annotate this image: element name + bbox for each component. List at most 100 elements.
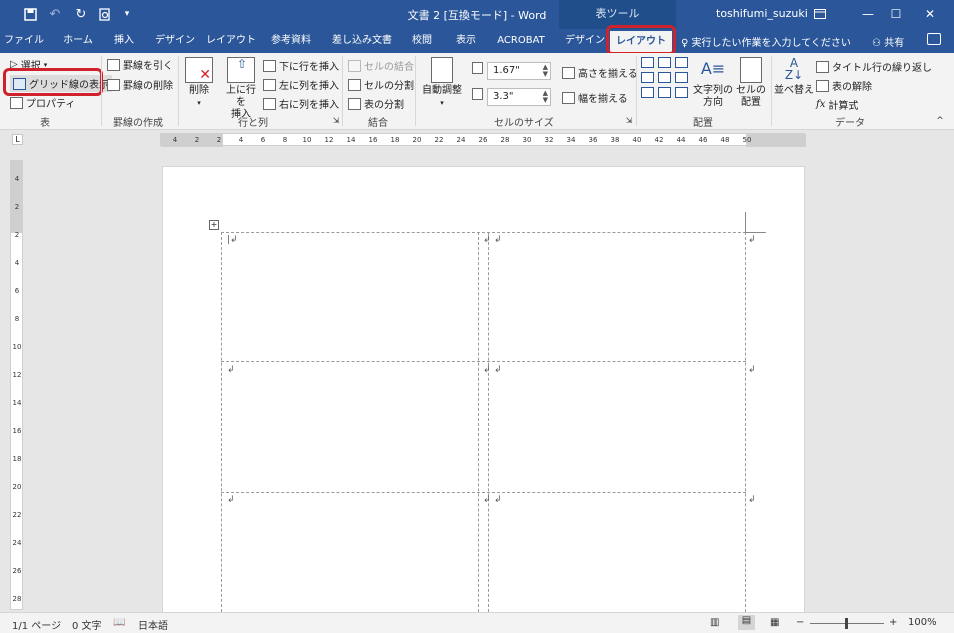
align-top-right-icon[interactable]: [675, 57, 688, 68]
gridlines-highlight: [3, 68, 103, 96]
ruler-tick-label: 2: [216, 136, 222, 144]
fx-icon: fx: [816, 99, 826, 110]
tell-me-search[interactable]: ♀ 実行したい作業を入力してください: [681, 34, 851, 49]
tab-mailings[interactable]: 差し込み文書: [328, 29, 396, 53]
print-layout-icon[interactable]: ▤: [738, 615, 755, 630]
zoom-out-icon[interactable]: −: [796, 617, 804, 628]
insert-above-button[interactable]: ⇧ 上に行を 挿入: [222, 57, 260, 121]
vruler-tick-label: 16: [12, 427, 22, 435]
zoom-level[interactable]: 100%: [908, 617, 937, 628]
formula-button[interactable]: fx 計算式: [816, 97, 858, 112]
insert-below-button[interactable]: 下に行を挿入: [263, 58, 339, 73]
comment-icon[interactable]: [927, 33, 941, 45]
document-page[interactable]: |↲ ↲ ↲ ↲ ↲ ↲ ↲ ↲ ↲ ↲ ↲ ↲: [162, 166, 805, 617]
cell-marker: ↲: [227, 495, 235, 505]
word-count[interactable]: 0 文字: [72, 617, 102, 632]
split-cells-button[interactable]: セルの分割: [348, 77, 414, 92]
table-move-handle-icon[interactable]: +: [209, 220, 219, 230]
dialog-launcher-icon[interactable]: ⇲: [333, 116, 340, 126]
cell-margins-button[interactable]: セルの 配置: [736, 57, 766, 109]
text-direction-button[interactable]: A≡ 文字列の 方向: [693, 57, 733, 109]
properties-button[interactable]: プロパティ: [10, 95, 75, 110]
language[interactable]: 日本語: [138, 617, 168, 632]
tab-table-design[interactable]: デザイン: [562, 29, 608, 53]
table-gridline: [221, 232, 766, 233]
align-top-center-icon[interactable]: [658, 57, 671, 68]
distribute-cols-button[interactable]: 幅を揃える: [562, 90, 628, 105]
tab-acrobat[interactable]: ACROBAT: [492, 29, 550, 53]
vertical-ruler[interactable]: 4 2 2 4 6 8 10 12 14 16 18 20 22 24 26 28: [10, 160, 23, 610]
dialog-launcher-icon[interactable]: ⇲: [626, 116, 633, 126]
delete-button[interactable]: ✕ 削除 ▾: [183, 57, 215, 109]
pencil-icon: [107, 58, 120, 71]
merge-cells-icon: [348, 59, 361, 72]
repeat-header-rows-button[interactable]: タイトル行の繰り返し: [816, 59, 932, 74]
sort-button[interactable]: A Z↓ 並べ替え: [774, 57, 814, 97]
page-count[interactable]: 1/1 ページ: [12, 617, 61, 632]
draw-table-button[interactable]: 罫線を引く: [107, 57, 173, 72]
insert-left-button[interactable]: 左に列を挿入: [263, 77, 339, 92]
tab-insert[interactable]: 挿入: [106, 29, 142, 53]
group-separator: [636, 56, 637, 126]
share-button[interactable]: ⚇ 共有: [872, 34, 904, 49]
vruler-tick-label: 4: [14, 175, 20, 183]
tab-file[interactable]: ファイル: [4, 29, 44, 53]
zoom-in-icon[interactable]: +: [889, 617, 897, 628]
table-gridline: [221, 361, 746, 362]
ruler-tick-label: 42: [654, 136, 664, 144]
align-bottom-center-icon[interactable]: [658, 87, 671, 98]
align-center-left-icon[interactable]: [641, 72, 654, 83]
properties-label: プロパティ: [26, 99, 76, 110]
split-table-button[interactable]: 表の分割: [348, 96, 404, 111]
ribbon-display-options-icon[interactable]: [808, 3, 832, 25]
merge-cells-button[interactable]: セルの結合: [348, 58, 414, 73]
zoom-slider-thumb[interactable]: [845, 618, 848, 629]
align-bottom-left-icon[interactable]: [641, 87, 654, 98]
align-top-left-icon[interactable]: [641, 57, 654, 68]
spinner-icon[interactable]: ▲ ▼: [543, 90, 548, 104]
minimize-icon[interactable]: —: [856, 3, 880, 25]
user-name[interactable]: toshifumi_suzuki: [716, 7, 808, 20]
split-cells-icon: [348, 78, 361, 91]
align-bottom-right-icon[interactable]: [675, 87, 688, 98]
row-end-marker: ↲: [748, 495, 756, 505]
tab-layout[interactable]: レイアウト: [206, 29, 256, 53]
row-height-input[interactable]: 1.67" ▲ ▼: [487, 62, 551, 80]
cell-marker: ↲: [483, 365, 491, 375]
spinner-icon[interactable]: ▲ ▼: [543, 64, 548, 78]
sort-az-icon: A Z↓: [784, 56, 804, 82]
tell-me-label: 実行したい作業を入力してください: [691, 38, 851, 49]
ruler-tick-label: 28: [500, 136, 510, 144]
align-center-icon[interactable]: [658, 72, 671, 83]
tab-home[interactable]: ホーム: [56, 29, 100, 53]
collapse-ribbon-icon[interactable]: ^: [936, 116, 944, 126]
distribute-rows-button[interactable]: 高さを揃える: [562, 65, 638, 80]
tab-review[interactable]: 校閲: [404, 29, 440, 53]
read-mode-icon[interactable]: ▥: [710, 617, 719, 628]
web-layout-icon[interactable]: ▦: [770, 617, 779, 628]
col-width-value: 3.3": [493, 91, 514, 102]
proofing-icon[interactable]: 📖: [113, 617, 125, 628]
autofit-button[interactable]: 自動調整 ▾: [420, 57, 464, 109]
tab-design[interactable]: デザイン: [150, 29, 200, 53]
tab-view[interactable]: 表示: [448, 29, 484, 53]
col-width-input[interactable]: 3.3" ▲ ▼: [487, 88, 551, 106]
close-icon[interactable]: ✕: [918, 3, 942, 25]
group-separator: [178, 56, 179, 126]
convert-to-text-button[interactable]: 表の解除: [816, 78, 872, 93]
eraser-button[interactable]: 罫線の削除: [107, 77, 173, 92]
table-gridline: [488, 232, 489, 617]
eraser-label: 罫線の削除: [123, 81, 173, 92]
insert-right-button[interactable]: 右に列を挿入: [263, 96, 339, 111]
maximize-icon[interactable]: ☐: [884, 3, 908, 25]
insert-left-icon: [263, 78, 276, 91]
title-bar: ↶ ↻ ▾ 表ツール 文書 2 [互換モード] - Word toshifumi…: [0, 0, 954, 29]
align-center-right-icon[interactable]: [675, 72, 688, 83]
horizontal-ruler[interactable]: 4 2 2 4 6 8 10 12 14 16 18 20 22 24 26 28 30 32 34 36 38 40 42…: [160, 133, 806, 147]
insert-right-label: 右に列を挿入: [279, 100, 339, 111]
tab-references[interactable]: 参考資料: [266, 29, 316, 53]
tab-selector[interactable]: L: [12, 134, 23, 145]
ruler-margin-right: [746, 134, 806, 147]
ruler-tick-label: 50: [742, 136, 752, 144]
col-width-icon: [472, 88, 483, 100]
